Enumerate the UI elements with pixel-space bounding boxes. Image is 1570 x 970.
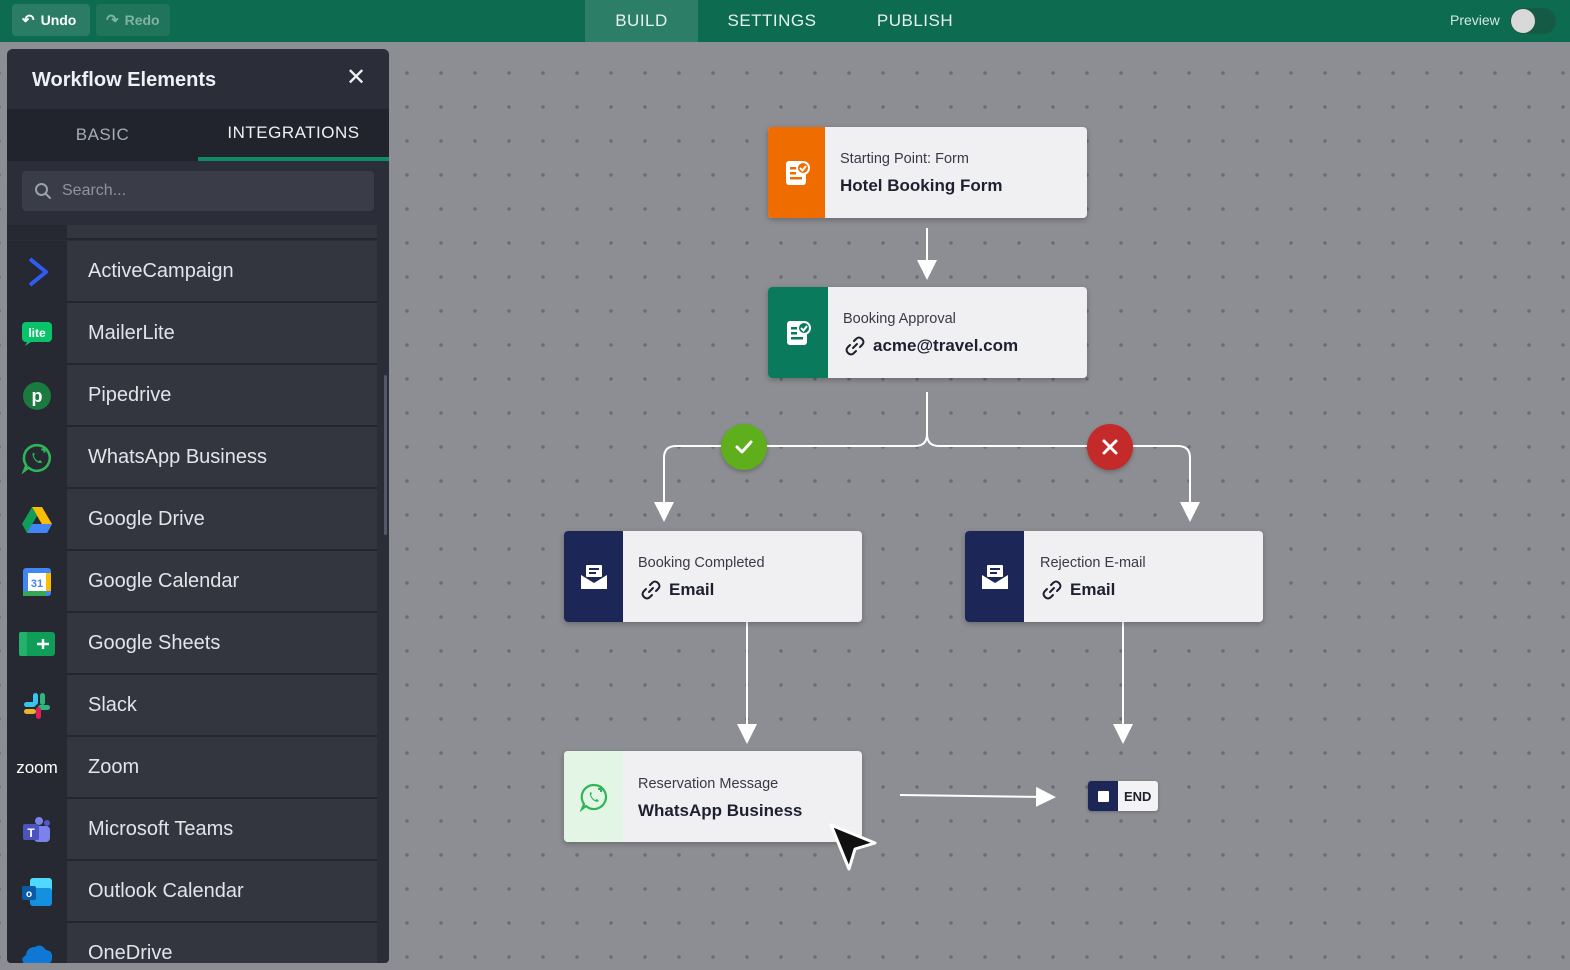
end-label: END bbox=[1124, 789, 1152, 804]
node-title: Email bbox=[669, 580, 715, 599]
svg-text:T: T bbox=[27, 826, 35, 840]
node-subtitle: Booking Completed bbox=[638, 555, 765, 571]
list-item-label: Zoom bbox=[67, 737, 377, 799]
list-scrollbar[interactable] bbox=[384, 375, 387, 535]
list-item-partial bbox=[7, 225, 389, 240]
panel-header: Workflow Elements ✕ bbox=[7, 49, 389, 109]
link-icon bbox=[641, 580, 661, 600]
node-title-row: Email bbox=[1042, 580, 1115, 600]
node-subtitle: Starting Point: Form bbox=[840, 151, 969, 167]
node-booking-approval[interactable]: Booking Approval acme@travel.com bbox=[768, 287, 1087, 378]
list-item-slack[interactable]: Slack bbox=[7, 675, 377, 737]
zoom-icon: zoom bbox=[7, 737, 67, 799]
list-item-mailerlite[interactable]: lite MailerLite bbox=[7, 303, 377, 365]
list-item-label: WhatsApp Business bbox=[67, 427, 377, 489]
connector-approved bbox=[654, 392, 928, 522]
tab-integrations[interactable]: INTEGRATIONS bbox=[198, 109, 389, 161]
approval-icon bbox=[768, 287, 828, 378]
email-icon bbox=[564, 531, 623, 622]
connector-reservation-end bbox=[899, 786, 1056, 807]
list-item-label: MailerLite bbox=[67, 303, 377, 365]
workflow-elements-panel: Workflow Elements ✕ BASIC INTEGRATIONS A… bbox=[7, 49, 389, 963]
slack-icon bbox=[7, 675, 67, 737]
whatsapp-icon bbox=[7, 427, 67, 489]
list-item-label: Google Drive bbox=[67, 489, 377, 551]
list-item-label: OneDrive bbox=[67, 923, 377, 963]
whatsapp-icon bbox=[564, 751, 623, 842]
node-subtitle: Booking Approval bbox=[843, 311, 956, 327]
google-calendar-icon: 31 bbox=[7, 551, 67, 613]
node-reservation-message[interactable]: Reservation Message WhatsApp Business bbox=[564, 751, 862, 842]
google-drive-icon bbox=[7, 489, 67, 551]
activecampaign-icon bbox=[7, 241, 67, 303]
list-item-onedrive[interactable]: OneDrive bbox=[7, 923, 377, 963]
node-title: acme@travel.com bbox=[873, 336, 1019, 355]
tab-basic[interactable]: BASIC bbox=[7, 109, 198, 161]
connector-rejected bbox=[926, 433, 1200, 522]
node-subtitle: Reservation Message bbox=[638, 776, 779, 792]
mailerlite-icon: lite bbox=[7, 303, 67, 365]
approved-badge bbox=[721, 424, 767, 470]
rejected-badge bbox=[1087, 424, 1133, 470]
list-item-activecampaign[interactable]: ActiveCampaign bbox=[7, 241, 377, 303]
list-item-label: Slack bbox=[67, 675, 377, 737]
end-node[interactable]: END bbox=[1088, 781, 1158, 811]
link-icon bbox=[1042, 580, 1062, 600]
x-icon bbox=[1102, 439, 1118, 455]
list-item-label: Outlook Calendar bbox=[67, 861, 377, 923]
list-item-label: ActiveCampaign bbox=[67, 241, 377, 303]
node-title: Hotel Booking Form bbox=[840, 176, 1003, 195]
close-icon[interactable]: ✕ bbox=[343, 65, 369, 91]
list-item-google-calendar[interactable]: 31 Google Calendar bbox=[7, 551, 377, 613]
form-icon bbox=[768, 127, 825, 218]
stop-icon bbox=[1088, 781, 1118, 811]
list-item-pipedrive[interactable]: p Pipedrive bbox=[7, 365, 377, 427]
microsoft-teams-icon: T bbox=[7, 799, 67, 861]
list-item-microsoft-teams[interactable]: T Microsoft Teams bbox=[7, 799, 377, 861]
search-box bbox=[22, 171, 374, 211]
check-icon bbox=[735, 440, 753, 454]
svg-text:31: 31 bbox=[31, 578, 43, 590]
outlook-calendar-icon: o bbox=[7, 861, 67, 923]
search-icon bbox=[35, 183, 51, 199]
list-item-label: Pipedrive bbox=[67, 365, 377, 427]
node-booking-completed[interactable]: Booking Completed Email bbox=[564, 531, 862, 622]
node-title-row: Email bbox=[641, 580, 714, 600]
svg-text:zoom: zoom bbox=[16, 758, 58, 777]
integration-list: ActiveCampaign lite MailerLite p Pipedri… bbox=[7, 225, 389, 963]
onedrive-icon bbox=[7, 923, 67, 963]
svg-text:p: p bbox=[32, 386, 43, 406]
list-item-whatsapp-business[interactable]: WhatsApp Business bbox=[7, 427, 377, 489]
cursor-icon bbox=[829, 823, 877, 871]
node-start-form[interactable]: Starting Point: Form Hotel Booking Form bbox=[768, 127, 1087, 218]
email-icon bbox=[965, 531, 1024, 622]
google-sheets-icon bbox=[7, 613, 67, 675]
list-item-label: Google Calendar bbox=[67, 551, 377, 613]
list-item-zoom[interactable]: zoom Zoom bbox=[7, 737, 377, 799]
pipedrive-icon: p bbox=[7, 365, 67, 427]
panel-title: Workflow Elements bbox=[32, 69, 217, 91]
list-item-outlook-calendar[interactable]: o Outlook Calendar bbox=[7, 861, 377, 923]
search-input[interactable] bbox=[62, 171, 362, 211]
list-item-google-sheets[interactable]: Google Sheets bbox=[7, 613, 377, 675]
node-rejection-email[interactable]: Rejection E-mail Email bbox=[965, 531, 1263, 622]
link-icon bbox=[845, 336, 865, 356]
list-item-label: Microsoft Teams bbox=[67, 799, 377, 861]
node-subtitle: Rejection E-mail bbox=[1040, 555, 1146, 571]
node-title: WhatsApp Business bbox=[638, 801, 803, 820]
list-item-label: Google Sheets bbox=[67, 613, 377, 675]
list-item-google-drive[interactable]: Google Drive bbox=[7, 489, 377, 551]
node-title: Email bbox=[1070, 580, 1116, 599]
search-area bbox=[7, 161, 389, 225]
svg-text:o: o bbox=[26, 889, 32, 900]
svg-text:lite: lite bbox=[28, 326, 46, 340]
panel-tabs: BASIC INTEGRATIONS bbox=[7, 109, 389, 161]
node-title-row: acme@travel.com bbox=[845, 336, 1018, 356]
